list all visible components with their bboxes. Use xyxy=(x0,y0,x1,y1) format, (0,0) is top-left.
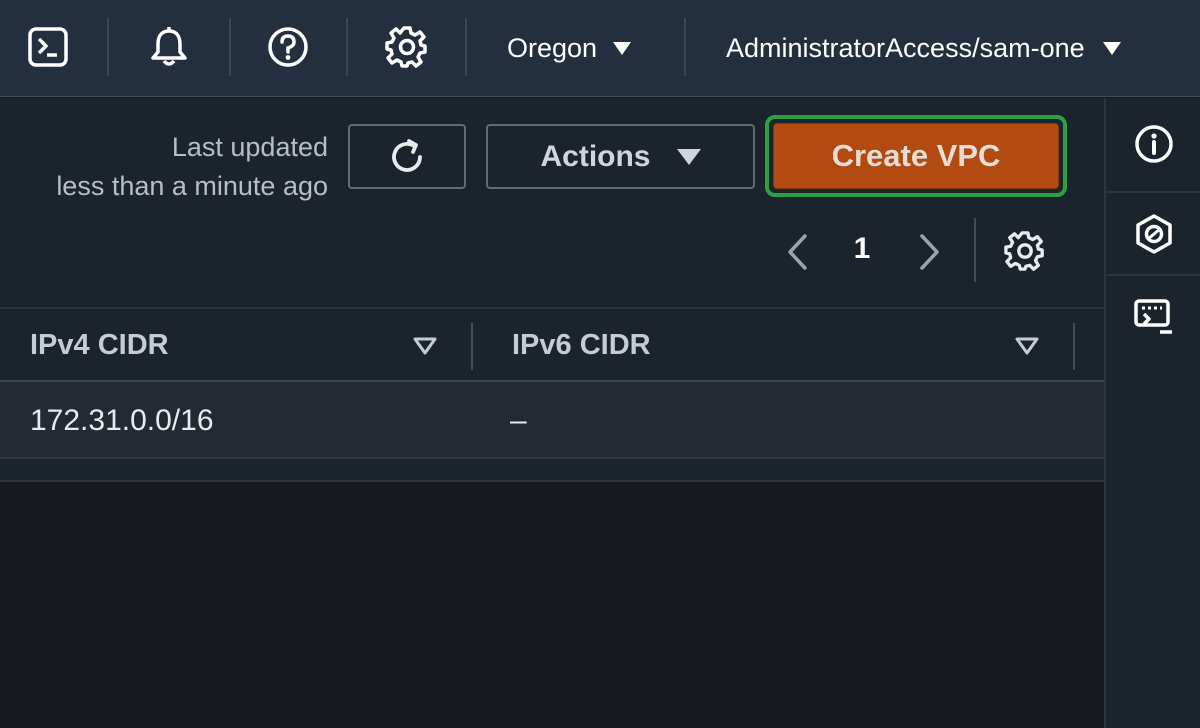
nav-divider xyxy=(684,18,686,76)
region-label: Oregon xyxy=(507,32,598,63)
account-label: AdministratorAccess/sam-one xyxy=(726,32,1085,63)
main-content: Last updated less than a minute ago Acti… xyxy=(0,98,1104,728)
column-resizer[interactable] xyxy=(471,323,473,370)
column-resizer[interactable] xyxy=(1073,323,1075,370)
utility-rail xyxy=(1104,98,1200,728)
settings-button[interactable] xyxy=(383,23,431,71)
last-updated-line2: less than a minute ago xyxy=(56,171,328,201)
caret-down-icon xyxy=(1102,41,1121,55)
actions-label: Actions xyxy=(540,139,651,173)
cell-ipv4-cidr: 172.31.0.0/16 xyxy=(30,403,214,437)
question-circle-icon xyxy=(268,27,308,67)
notifications-button[interactable] xyxy=(145,23,193,71)
pagination-divider xyxy=(974,218,976,282)
table-preferences-button[interactable] xyxy=(1002,228,1048,274)
table-header: IPv4 CIDR IPv6 CIDR xyxy=(0,307,1104,382)
info-icon xyxy=(1135,125,1173,163)
chevron-right-icon xyxy=(920,234,939,270)
cell-ipv6-cidr: – xyxy=(510,403,527,437)
previous-page-button[interactable] xyxy=(780,228,814,276)
terminal-icon xyxy=(28,27,68,67)
nav-divider xyxy=(346,18,348,76)
refresh-button[interactable] xyxy=(348,124,466,189)
sort-caret-down-icon xyxy=(413,337,437,355)
column-header-ipv6-cidr[interactable]: IPv6 CIDR xyxy=(512,309,651,382)
sort-ipv4-button[interactable] xyxy=(410,331,440,361)
table-row[interactable]: 172.31.0.0/16 – xyxy=(0,382,1104,459)
region-selector[interactable]: Oregon xyxy=(507,26,632,70)
nav-divider xyxy=(107,18,109,76)
info-panel-button[interactable] xyxy=(1106,102,1200,186)
caret-down-icon xyxy=(613,41,632,55)
current-page-number[interactable]: 1 xyxy=(845,232,879,266)
hexagon-icon xyxy=(1136,214,1172,254)
vpc-table-panel: Last updated less than a minute ago Acti… xyxy=(0,98,1104,482)
caret-down-icon xyxy=(676,148,701,165)
sort-ipv6-button[interactable] xyxy=(1012,331,1042,361)
last-updated-text: Last updated less than a minute ago xyxy=(56,128,328,206)
next-page-button[interactable] xyxy=(913,228,947,276)
actions-dropdown-button[interactable]: Actions xyxy=(486,124,755,189)
feedback-panel-button[interactable] xyxy=(1106,276,1200,360)
nav-divider xyxy=(465,18,467,76)
create-vpc-label: Create VPC xyxy=(831,138,1001,173)
account-menu[interactable]: AdministratorAccess/sam-one xyxy=(726,26,1121,70)
nav-divider xyxy=(229,18,231,76)
help-button[interactable] xyxy=(264,23,312,71)
sort-caret-down-icon xyxy=(1015,337,1039,355)
bell-icon xyxy=(151,27,187,66)
feedback-terminal-icon xyxy=(1134,299,1172,334)
top-navigation: Oregon AdministratorAccess/sam-one xyxy=(0,0,1200,97)
hexagon-panel-button[interactable] xyxy=(1106,192,1200,276)
column-header-ipv4-cidr[interactable]: IPv4 CIDR xyxy=(30,309,169,382)
gear-icon xyxy=(1004,231,1044,271)
create-vpc-button[interactable]: Create VPC xyxy=(773,123,1059,189)
refresh-icon xyxy=(392,138,422,172)
cloudshell-button[interactable] xyxy=(24,23,72,71)
gear-icon xyxy=(385,26,427,68)
last-updated-line1: Last updated xyxy=(171,132,328,162)
chevron-left-icon xyxy=(788,234,807,270)
